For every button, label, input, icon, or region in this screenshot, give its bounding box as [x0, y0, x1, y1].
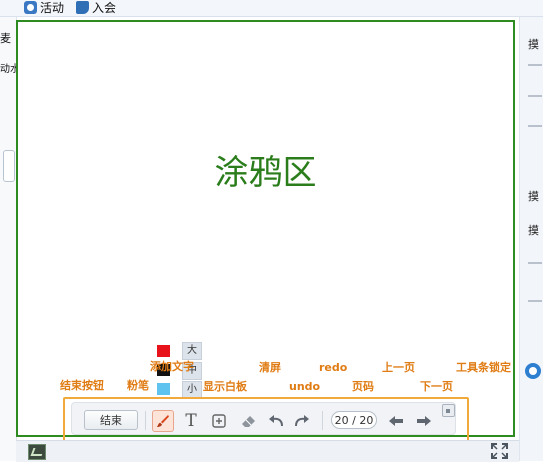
toolbar-separator — [145, 411, 146, 430]
left-panel-input[interactable] — [3, 150, 15, 182]
annotation-clear: 清屏 — [259, 361, 281, 374]
whiteboard-plus-icon — [212, 414, 226, 428]
activity-icon — [24, 0, 37, 14]
emoji-icon[interactable] — [525, 363, 541, 379]
activity-menu-item[interactable]: 活动 — [24, 0, 65, 15]
annotation-redo: redo — [319, 361, 348, 374]
annotation-show-whiteboard: 显示白板 — [203, 380, 247, 393]
end-button[interactable]: 结束 — [84, 410, 138, 430]
toolbar-separator — [322, 411, 323, 430]
left-panel-text-1: 麦 — [0, 32, 11, 45]
undo-icon — [269, 415, 283, 427]
clear-screen-button[interactable] — [237, 410, 259, 432]
right-panel-text-1: 摸 — [528, 38, 539, 51]
arrow-right-icon — [417, 416, 431, 426]
text-icon: T — [185, 411, 197, 431]
activity-label: 活动 — [40, 0, 65, 15]
annotation-page-number: 页码 — [352, 380, 374, 393]
color-swatch-blue[interactable] — [157, 383, 170, 395]
text-tool-button[interactable]: T — [180, 410, 202, 432]
eraser-icon — [241, 415, 255, 427]
color-swatch-red[interactable] — [157, 345, 170, 357]
whiteboard-toggle-icon[interactable] — [28, 444, 46, 460]
brush-tool-button[interactable] — [152, 410, 174, 432]
annotation-end-button: 结束按钮 — [60, 379, 104, 392]
annotation-brush: 粉笔 — [127, 379, 149, 392]
annotation-lock-toolbar: 工具条锁定 — [456, 361, 511, 374]
annotation-add-text: 添加文字 — [150, 360, 194, 373]
annotation-prev-page: 上一页 — [382, 361, 415, 374]
whiteboard-title: 涂鸦区 — [214, 153, 317, 193]
prev-page-button[interactable] — [385, 410, 407, 432]
left-panel — [0, 17, 17, 461]
fullscreen-icon[interactable] — [491, 443, 508, 459]
right-panel-divider — [528, 262, 542, 264]
redo-icon — [295, 415, 309, 427]
annotation-undo: undo — [289, 380, 321, 393]
page-indicator: 20 / 20 — [331, 411, 377, 429]
toolbar-lock-icon[interactable] — [442, 404, 455, 417]
redo-button[interactable] — [291, 410, 313, 432]
right-panel-text-3: 摸 — [528, 224, 539, 237]
join-meeting-menu-item[interactable]: 入会 — [76, 0, 117, 15]
bottom-status-bar — [16, 440, 519, 462]
show-whiteboard-button[interactable] — [208, 410, 230, 432]
right-panel-divider — [528, 125, 542, 127]
right-panel-divider — [528, 300, 542, 302]
right-panel-divider — [528, 95, 542, 97]
right-panel — [519, 17, 543, 461]
next-page-button[interactable] — [413, 410, 435, 432]
arrow-left-icon — [389, 416, 403, 426]
join-meeting-icon — [76, 0, 89, 14]
right-panel-text-2: 摸 — [528, 190, 539, 203]
undo-button[interactable] — [265, 410, 287, 432]
annotation-next-page: 下一页 — [420, 380, 453, 393]
brush-icon — [156, 415, 169, 427]
right-panel-divider — [528, 64, 542, 66]
join-meeting-label: 入会 — [92, 0, 117, 15]
